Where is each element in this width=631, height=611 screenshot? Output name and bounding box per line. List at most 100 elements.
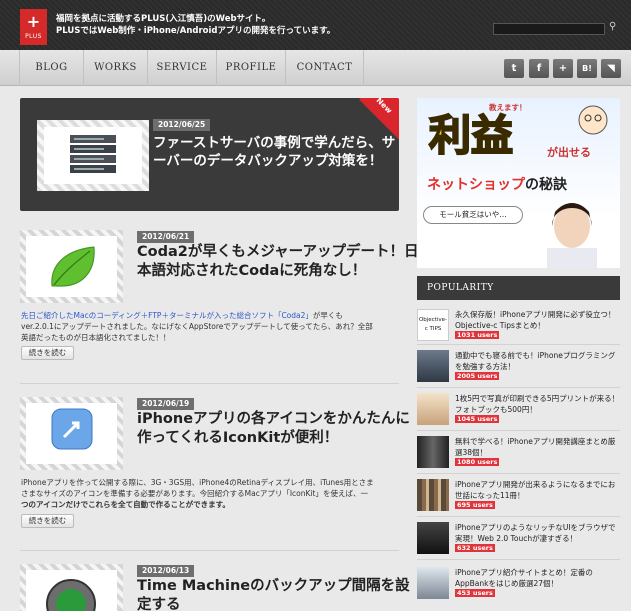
popular-item[interactable]: 通勤中でも寝る前でも！iPhoneプログラミングを勉強する方法！ 2005 us…	[417, 350, 620, 386]
post-title[interactable]: Coda2が早くもメジャーアップデート！日 本語対応されたCodaに死角なし！	[137, 243, 419, 281]
time-machine-icon	[46, 579, 96, 611]
nav-item-works[interactable]: Works	[83, 50, 147, 86]
tumblr-icon[interactable]: t	[504, 59, 524, 78]
popular-thumbnail: Objective-c TIPS	[417, 309, 449, 341]
popular-title[interactable]: iPhoneアプリ開発が出来るようになるまでにお世話になった11冊！	[455, 479, 620, 501]
ad-subline: ネットショップの秘訣	[427, 174, 567, 194]
leaf-icon	[51, 246, 95, 287]
users-count-badge: 695 users	[455, 501, 495, 509]
popular-title[interactable]: iPhoneアプリ紹介サイトまとめ！定番のAppBankをはじめ厳選27個！	[455, 567, 620, 589]
search-icon[interactable]: ⚲	[609, 21, 616, 32]
featured-post[interactable]: 2012/06/25 ファーストサーバの事例で学んだら、サ ーバーのデータバック…	[20, 98, 399, 211]
users-count-badge: 1031 users	[455, 331, 500, 339]
post-title[interactable]: iPhoneアプリの各アイコンをかんたんに 作ってくれるIconKitが便利！	[137, 410, 410, 448]
excerpt-text: ver.2.0.1にアップデートされました。なにげなくAppStoreでアップデ…	[21, 322, 373, 331]
post-excerpt: iPhoneアプリを作って公開する際に、3G・3GS用、iPhone4のReti…	[21, 477, 397, 510]
popular-title[interactable]: 1枚5円で写真が印刷できる5円プリントが来る！フォトブックも500円！	[455, 393, 620, 415]
popular-thumbnail	[417, 393, 449, 425]
nav-item-contact[interactable]: Contact	[285, 50, 364, 86]
post-thumbnail-timemachine[interactable]	[20, 564, 123, 611]
ad-banner[interactable]: 教えます！ 利益 が出せる ネットショップの秘訣 モール貧乏はいや…	[417, 98, 620, 268]
post-thumbnail-iconkit[interactable]	[20, 397, 123, 470]
featured-title-line-2: ーバーのデータバックアップ対策を！	[153, 153, 383, 169]
site-logo[interactable]: + PLUS	[20, 9, 47, 45]
popular-thumbnail	[417, 479, 449, 511]
popular-divider	[417, 344, 620, 345]
cartoon-man-icon	[578, 105, 608, 135]
popular-thumbnail	[417, 567, 449, 599]
facebook-icon[interactable]: f	[529, 59, 549, 78]
tagline-line-1: 福岡を拠点に活動するPLUS(入江慎吾)のWebサイト。	[56, 14, 271, 24]
search-input[interactable]	[493, 23, 605, 35]
main-nav: Blog Works Service Profile Contact t f +…	[0, 50, 631, 86]
post-excerpt: 先日ご紹介したMacのコーディング＋FTP＋ターミナルが入った総合ソフト「Cod…	[21, 310, 397, 343]
read-more-button[interactable]: 続きを読む	[21, 514, 74, 528]
nav-item-service[interactable]: Service	[147, 50, 216, 86]
rss-icon[interactable]: ◥	[601, 59, 621, 78]
popular-title[interactable]: iPhoneアプリのようなリッチなUIをブラウザで実現！Web 2.0 Touc…	[455, 522, 620, 544]
site-tagline: 福岡を拠点に活動するPLUS(入江慎吾)のWebサイト。 PLUSではWeb制作…	[56, 13, 335, 37]
popular-divider	[417, 473, 620, 474]
tagline-line-2: PLUSではWeb制作・iPhone/Androidアプリの開発を行っています。	[56, 26, 336, 36]
popular-item[interactable]: iPhoneアプリ開発が出来るようになるまでにお世話になった11冊！ 695 u…	[417, 479, 620, 515]
logo-mark: +	[26, 12, 41, 31]
popular-item[interactable]: iPhoneアプリ紹介サイトまとめ！定番のAppBankをはじめ厳選27個！ 4…	[417, 567, 620, 603]
nav-item-profile[interactable]: Profile	[216, 50, 285, 86]
ad-subline-main: ネットショップ	[427, 177, 525, 193]
post-thumbnail-coda[interactable]	[20, 230, 123, 303]
popular-item[interactable]: Objective-c TIPS 永久保存版！iPhoneアプリ開発に必ず役立つ…	[417, 309, 620, 345]
post-title-line: 作ってくれるIconKitが便利！	[137, 430, 339, 446]
popular-thumbnail	[417, 436, 449, 468]
excerpt-text: iPhoneアプリを作って公開する際に、3G・3GS用、iPhone4のReti…	[21, 478, 374, 487]
popular-title[interactable]: 無料で学べる！iPhoneアプリ開発講座まとめ厳選38個！	[455, 436, 620, 458]
popular-item[interactable]: iPhoneアプリのようなリッチなUIをブラウザで実現！Web 2.0 Touc…	[417, 522, 620, 558]
excerpt-text: さまなサイズのアイコンを準備する必要があります。今回紹介するMacアプリ「Ico…	[21, 489, 368, 498]
post-title-line: 本語対応されたCodaに死角なし！	[137, 263, 367, 279]
popular-divider	[417, 430, 620, 431]
featured-thumbnail[interactable]	[37, 120, 149, 191]
excerpt-text: が早くも	[312, 311, 343, 320]
post-title[interactable]: Time Machineのバックアップ間隔を設 定する	[137, 577, 410, 611]
post-divider	[20, 383, 399, 384]
popular-title[interactable]: 永久保存版！iPhoneアプリ開発に必ず役立つ！Objective-c Tips…	[455, 309, 620, 331]
popular-item[interactable]: 1枚5円で写真が印刷できる5円プリントが来る！フォトブックも500円！ 1045…	[417, 393, 620, 429]
popular-thumbnail	[417, 350, 449, 382]
nav-item-blog[interactable]: Blog	[19, 50, 83, 86]
users-count-badge: 632 users	[455, 544, 495, 552]
users-count-badge: 1045 users	[455, 415, 500, 423]
hatena-icon[interactable]: B!	[577, 59, 597, 78]
popular-thumbnail	[417, 522, 449, 554]
post-title-line: 定する	[137, 597, 181, 611]
woman-photo	[547, 203, 597, 268]
ad-subline-suffix: の秘訣	[525, 177, 567, 193]
featured-title[interactable]: ファーストサーバの事例で学んだら、サ ーバーのデータバックアップ対策を！	[153, 134, 395, 170]
users-count-badge: 453 users	[455, 589, 495, 597]
excerpt-link[interactable]: 先日ご紹介したMacのコーディング＋FTP＋ターミナルが入った総合ソフト「Cod…	[21, 311, 313, 320]
ad-headline-suffix: が出せる	[547, 146, 591, 159]
read-more-button[interactable]: 続きを読む	[21, 346, 74, 360]
post-date: 2012/06/13	[137, 565, 195, 577]
popular-divider	[417, 559, 620, 560]
excerpt-text: 英語だったものが日本語化されてました！！	[21, 333, 171, 342]
ad-speech-bubble: モール貧乏はいや…	[423, 206, 523, 224]
popular-item[interactable]: 無料で学べる！iPhoneアプリ開発講座まとめ厳選38個！ 1080 users	[417, 436, 620, 472]
server-icon	[70, 135, 116, 173]
popular-divider	[417, 516, 620, 517]
post-title-line: iPhoneアプリの各アイコンをかんたんに	[137, 411, 410, 427]
popular-title[interactable]: 通勤中でも寝る前でも！iPhoneプログラミングを勉強する方法！	[455, 350, 620, 372]
post-title-line: Time Machineのバックアップ間隔を設	[137, 578, 410, 594]
post-divider	[20, 550, 399, 551]
popular-thumbnail-text: Objective-c TIPS	[418, 317, 448, 332]
site-header: + PLUS 福岡を拠点に活動するPLUS(入江慎吾)のWebサイト。 PLUS…	[0, 0, 631, 50]
google-plus-icon[interactable]: +	[553, 59, 573, 78]
ad-headline: 利益	[428, 111, 514, 161]
post-date: 2012/06/19	[137, 398, 195, 410]
popularity-heading: Popularity	[417, 276, 620, 300]
rocket-app-icon	[51, 408, 93, 450]
popular-divider	[417, 387, 620, 388]
users-count-badge: 1080 users	[455, 458, 500, 466]
users-count-badge: 2005 users	[455, 372, 500, 380]
featured-date: 2012/06/25	[153, 119, 211, 131]
post-date: 2012/06/21	[137, 231, 195, 243]
featured-title-line-1: ファーストサーバの事例で学んだら、サ	[153, 135, 396, 151]
